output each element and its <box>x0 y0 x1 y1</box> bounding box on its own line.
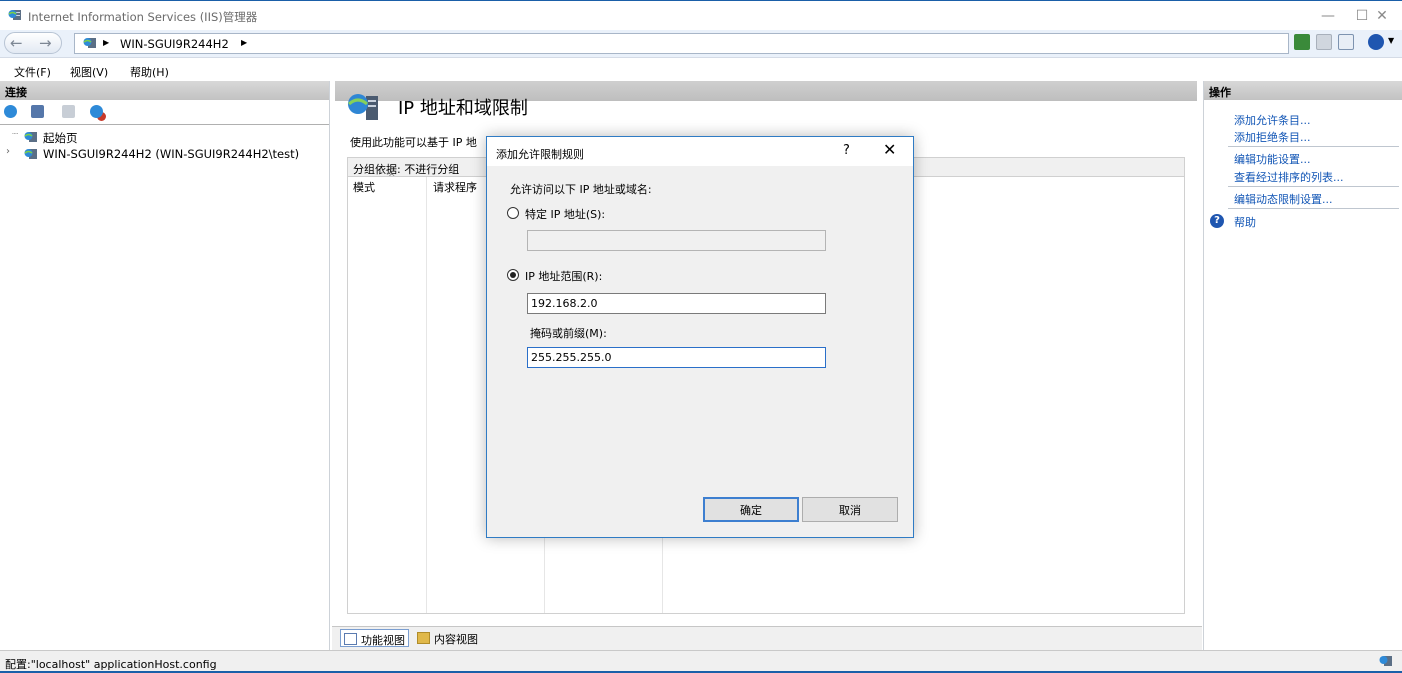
ok-button[interactable]: 确定 <box>703 497 799 522</box>
column-divider <box>426 177 427 613</box>
actions-header: 操作 <box>1204 81 1402 100</box>
help-icon: ? <box>1210 214 1224 228</box>
ip-range-input[interactable] <box>527 293 826 314</box>
action-add-deny-entry[interactable]: 添加拒绝条目... <box>1234 129 1311 145</box>
column-header-requester[interactable]: 请求程序 <box>433 179 477 195</box>
navigation-bar: ← → ▶ WIN-SGUI9R244H2 ▶ ▼ <box>0 30 1402 58</box>
menu-view[interactable]: 视图(V) <box>70 64 108 80</box>
mask-label: 掩码或前缀(M): <box>530 327 607 340</box>
back-arrow-icon[interactable]: ← <box>10 34 23 52</box>
action-edit-dynamic-settings[interactable]: 编辑动态限制设置... <box>1234 191 1333 207</box>
server-status-icon <box>1379 656 1392 666</box>
window-title: Internet Information Services (IIS)管理器 <box>28 10 258 24</box>
dialog-title: 添加允许限制规则 <box>496 148 584 161</box>
dialog-close-button[interactable]: ✕ <box>883 140 896 159</box>
view-tabs: 功能视图 内容视图 <box>332 626 1202 650</box>
breadcrumb-arrow-icon[interactable]: ▶ <box>103 38 109 47</box>
connections-toolbar <box>0 100 329 125</box>
forward-arrow-icon[interactable]: → <box>39 34 52 52</box>
chevron-down-icon[interactable]: ▼ <box>1388 36 1394 45</box>
connections-pane: 连接 ┈ 起始页 › WIN-SGUI9R244H2 (WIN-SGUI9R24… <box>0 81 330 650</box>
action-separator <box>1228 186 1399 187</box>
home-icon[interactable] <box>1338 34 1354 50</box>
action-separator <box>1228 208 1399 209</box>
feature-description: 使用此功能可以基于 IP 地 <box>350 136 477 149</box>
action-separator <box>1228 146 1399 147</box>
status-text: 配置:"localhost" applicationHost.config <box>5 658 217 671</box>
breadcrumb-arrow-icon[interactable]: ▶ <box>241 38 247 47</box>
status-bar: 配置:"localhost" applicationHost.config <box>0 650 1402 673</box>
dialog-help-button[interactable]: ? <box>843 143 850 158</box>
tree-item-label: WIN-SGUI9R244H2 (WIN-SGUI9R244H2\test) <box>43 147 300 161</box>
nav-buttons: ← → <box>4 32 62 54</box>
page-title: IP 地址和域限制 <box>398 98 528 119</box>
menu-help[interactable]: 帮助(H) <box>130 64 169 80</box>
expand-chevron-icon[interactable]: › <box>6 146 10 157</box>
save-icon[interactable] <box>31 105 44 118</box>
column-header-mode[interactable]: 模式 ^ <box>353 173 396 195</box>
window-titlebar: Internet Information Services (IIS)管理器 —… <box>0 0 1402 30</box>
menu-file[interactable]: 文件(F) <box>14 64 51 80</box>
dialog-instruction: 允许访问以下 IP 地址或域名: <box>510 183 652 196</box>
radio-specific-ip[interactable] <box>507 207 519 219</box>
action-add-allow-entry[interactable]: 添加允许条目... <box>1234 112 1311 128</box>
help-icon[interactable] <box>1368 34 1384 50</box>
connections-header: 连接 <box>0 81 329 100</box>
menu-bar: 文件(F) 视图(V) 帮助(H) <box>0 59 1402 81</box>
connect-icon[interactable] <box>4 105 17 118</box>
cancel-button[interactable]: 取消 <box>802 497 898 522</box>
sort-arrow-icon: ^ <box>388 173 396 183</box>
tree-connector-icon: ┈ <box>12 129 19 140</box>
iis-icon <box>8 10 21 20</box>
close-button[interactable]: ✕ <box>1362 5 1402 27</box>
action-edit-feature-settings[interactable]: 编辑功能设置... <box>1234 151 1311 167</box>
group-by-dropdown[interactable]: 不进行分组 <box>404 163 459 176</box>
connect-icon[interactable] <box>1294 34 1310 50</box>
address-bar[interactable]: ▶ WIN-SGUI9R244H2 ▶ <box>74 33 1289 54</box>
action-view-ordered-list[interactable]: 查看经过排序的列表... <box>1234 169 1344 185</box>
specific-ip-label: 特定 IP 地址(S): <box>525 208 606 221</box>
disconnect-icon[interactable] <box>90 105 103 118</box>
up-icon[interactable] <box>62 105 75 118</box>
server-icon <box>83 38 96 48</box>
ip-restriction-icon <box>348 94 378 120</box>
start-page-icon <box>24 132 37 142</box>
content-view-icon <box>417 632 430 644</box>
server-icon <box>24 149 37 159</box>
mask-input[interactable] <box>527 347 826 368</box>
ip-range-label: IP 地址范围(R): <box>525 270 603 283</box>
radio-ip-range[interactable] <box>507 269 519 281</box>
action-help[interactable]: 帮助 <box>1234 214 1256 230</box>
breadcrumb-server[interactable]: WIN-SGUI9R244H2 <box>120 37 229 51</box>
tab-content-view[interactable]: 内容视图 <box>414 629 481 647</box>
features-view-icon <box>344 633 357 645</box>
add-allow-rule-dialog: 添加允许限制规则 ? ✕ 允许访问以下 IP 地址或域名: 特定 IP 地址(S… <box>486 136 914 538</box>
dialog-titlebar: 添加允许限制规则 ? ✕ <box>487 137 913 166</box>
specific-ip-input[interactable] <box>527 230 826 251</box>
actions-pane: 操作 添加允许条目... 添加拒绝条目... 编辑功能设置... 查看经过排序的… <box>1203 81 1402 650</box>
tree-item-label: 起始页 <box>43 131 78 145</box>
stop-icon[interactable] <box>1316 34 1332 50</box>
tab-features-view[interactable]: 功能视图 <box>340 629 409 647</box>
